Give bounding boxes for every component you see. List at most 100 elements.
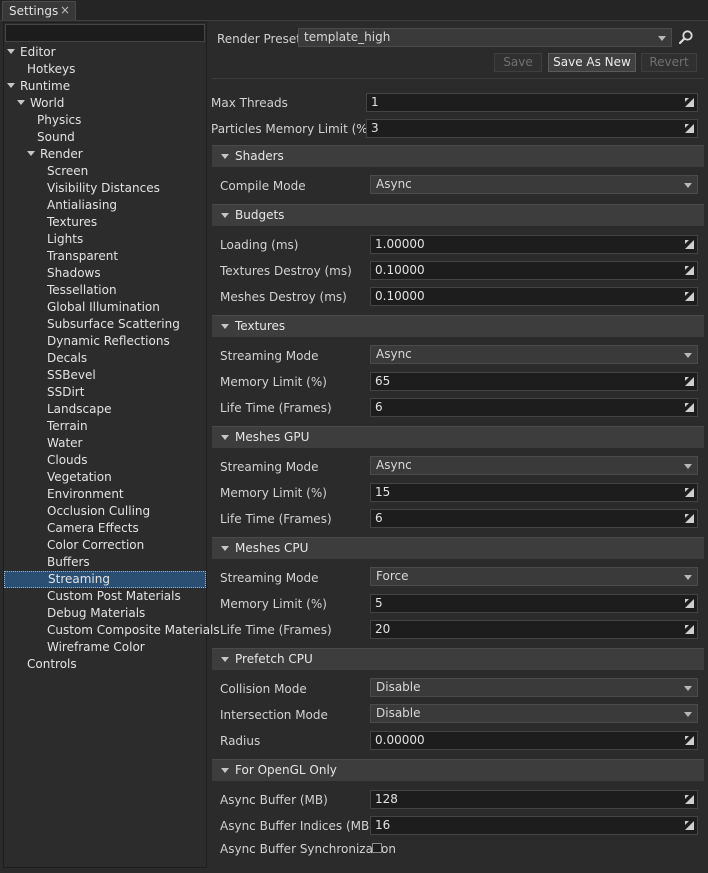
expand-icon[interactable] bbox=[685, 599, 694, 608]
tree-item-custom-composite-materials[interactable]: Custom Composite Materials bbox=[4, 622, 220, 639]
expand-arrow-icon[interactable] bbox=[7, 49, 15, 54]
tree-item-render[interactable]: Render bbox=[4, 146, 206, 163]
section-opengl[interactable]: For OpenGL Only bbox=[212, 759, 704, 781]
close-icon[interactable]: × bbox=[60, 3, 70, 17]
tree-item-buffers[interactable]: Buffers bbox=[4, 554, 206, 571]
collapse-arrow-icon bbox=[221, 213, 229, 218]
tree-item-sound[interactable]: Sound bbox=[4, 129, 206, 146]
tree-item-tessellation[interactable]: Tessellation bbox=[4, 282, 206, 299]
meshes-cpu-memory-limit-value: 5 bbox=[375, 596, 383, 610]
tree-item-wireframe-color[interactable]: Wireframe Color bbox=[4, 639, 206, 656]
section-meshes-cpu[interactable]: Meshes CPU bbox=[212, 537, 704, 559]
tree-item-world[interactable]: World bbox=[4, 95, 206, 112]
expand-icon[interactable] bbox=[685, 98, 694, 107]
tree-filter-input[interactable] bbox=[5, 24, 205, 42]
tree-item-runtime[interactable]: Runtime bbox=[4, 78, 206, 95]
tree-item-ssdirt[interactable]: SSDirt bbox=[4, 384, 206, 401]
tree-item-label: Tessellation bbox=[47, 283, 117, 297]
textures-destroy-field[interactable]: 0.10000 bbox=[370, 261, 698, 280]
collision-mode-label: Collision Mode bbox=[220, 682, 307, 696]
expand-icon[interactable] bbox=[685, 240, 694, 249]
expand-arrow-icon[interactable] bbox=[27, 151, 35, 156]
radius-field[interactable]: 0.00000 bbox=[370, 731, 698, 750]
render-preset-combo[interactable]: template_high bbox=[298, 28, 672, 47]
tree-item-terrain[interactable]: Terrain bbox=[4, 418, 206, 435]
tree-item-camera-effects[interactable]: Camera Effects bbox=[4, 520, 206, 537]
async-buffer-indices-field[interactable]: 16 bbox=[370, 816, 698, 835]
expand-icon[interactable] bbox=[685, 377, 694, 386]
tree-item-debug-materials[interactable]: Debug Materials bbox=[4, 605, 206, 622]
textures-streaming-mode-combo[interactable]: Async bbox=[370, 345, 698, 364]
tree-item-shadows[interactable]: Shadows bbox=[4, 265, 206, 282]
compile-mode-label: Compile Mode bbox=[220, 179, 306, 193]
tree-item-custom-post-materials[interactable]: Custom Post Materials bbox=[4, 588, 206, 605]
textures-memory-limit-field[interactable]: 65 bbox=[370, 372, 698, 391]
tree-item-decals[interactable]: Decals bbox=[4, 350, 206, 367]
tree-item-global-illumination[interactable]: Global Illumination bbox=[4, 299, 206, 316]
section-prefetch-cpu[interactable]: Prefetch CPU bbox=[212, 648, 704, 670]
particles-memory-field[interactable]: 3 bbox=[366, 119, 698, 138]
tree-item-water[interactable]: Water bbox=[4, 435, 206, 452]
tab-settings[interactable]: Settings × bbox=[2, 1, 76, 20]
tree-item-occlusion-culling[interactable]: Occlusion Culling bbox=[4, 503, 206, 520]
tree-item-textures[interactable]: Textures bbox=[4, 214, 206, 231]
tree-item-environment[interactable]: Environment bbox=[4, 486, 206, 503]
async-buffer-field[interactable]: 128 bbox=[370, 790, 698, 809]
tree-item-controls[interactable]: Controls bbox=[4, 656, 206, 673]
tree-item-dynamic-reflections[interactable]: Dynamic Reflections bbox=[4, 333, 206, 350]
intersection-mode-combo[interactable]: Disable bbox=[370, 704, 698, 723]
tree-item-ssbevel[interactable]: SSBevel bbox=[4, 367, 206, 384]
compile-mode-combo[interactable]: Async bbox=[370, 175, 698, 194]
async-buffer-sync-checkbox[interactable] bbox=[372, 843, 382, 853]
section-meshes-gpu[interactable]: Meshes GPU bbox=[212, 426, 704, 448]
tree-item-editor[interactable]: Editor bbox=[4, 44, 206, 61]
tree-item-label: Debug Materials bbox=[47, 606, 146, 620]
expand-icon[interactable] bbox=[685, 266, 694, 275]
expand-icon[interactable] bbox=[685, 625, 694, 634]
tree-item-clouds[interactable]: Clouds bbox=[4, 452, 206, 469]
tree-item-hotkeys[interactable]: Hotkeys bbox=[4, 61, 206, 78]
meshes-gpu-memory-limit-field[interactable]: 15 bbox=[370, 483, 698, 502]
save-button[interactable]: Save bbox=[494, 53, 542, 72]
tree-item-lights[interactable]: Lights bbox=[4, 231, 206, 248]
meshes-destroy-value: 0.10000 bbox=[375, 289, 425, 303]
expand-arrow-icon[interactable] bbox=[17, 100, 25, 105]
tree-item-landscape[interactable]: Landscape bbox=[4, 401, 206, 418]
section-shaders[interactable]: Shaders bbox=[212, 145, 704, 167]
tree-item-antialiasing[interactable]: Antialiasing bbox=[4, 197, 206, 214]
meshes-gpu-life-time-field[interactable]: 6 bbox=[370, 509, 698, 528]
tree-item-vegetation[interactable]: Vegetation bbox=[4, 469, 206, 486]
meshes-cpu-streaming-mode-combo[interactable]: Force bbox=[370, 567, 698, 586]
expand-icon[interactable] bbox=[685, 488, 694, 497]
collision-mode-combo[interactable]: Disable bbox=[370, 678, 698, 697]
tree-item-subsurface-scattering[interactable]: Subsurface Scattering bbox=[4, 316, 206, 333]
revert-button[interactable]: Revert bbox=[641, 53, 697, 72]
meshes-destroy-field[interactable]: 0.10000 bbox=[370, 287, 698, 306]
search-icon[interactable] bbox=[678, 29, 694, 45]
expand-icon[interactable] bbox=[685, 292, 694, 301]
expand-icon[interactable] bbox=[685, 821, 694, 830]
expand-icon[interactable] bbox=[685, 403, 694, 412]
textures-life-time-field[interactable]: 6 bbox=[370, 398, 698, 417]
intersection-mode-value: Disable bbox=[376, 706, 421, 720]
tree-item-color-correction[interactable]: Color Correction bbox=[4, 537, 206, 554]
tree-item-streaming[interactable]: Streaming bbox=[4, 571, 206, 588]
meshes-cpu-life-time-field[interactable]: 20 bbox=[370, 620, 698, 639]
tree-item-physics[interactable]: Physics bbox=[4, 112, 206, 129]
expand-arrow-icon[interactable] bbox=[7, 83, 15, 88]
expand-icon[interactable] bbox=[685, 736, 694, 745]
expand-icon[interactable] bbox=[685, 514, 694, 523]
tree-item-screen[interactable]: Screen bbox=[4, 163, 206, 180]
save-as-new-button[interactable]: Save As New bbox=[548, 53, 636, 72]
loading-field[interactable]: 1.00000 bbox=[370, 235, 698, 254]
tree-item-transparent[interactable]: Transparent bbox=[4, 248, 206, 265]
meshes-cpu-memory-limit-field[interactable]: 5 bbox=[370, 594, 698, 613]
section-title: Textures bbox=[235, 319, 286, 333]
max-threads-field[interactable]: 1 bbox=[366, 93, 698, 112]
expand-icon[interactable] bbox=[685, 124, 694, 133]
meshes-gpu-streaming-mode-combo[interactable]: Async bbox=[370, 456, 698, 475]
tree-item-visibility-distances[interactable]: Visibility Distances bbox=[4, 180, 206, 197]
section-textures[interactable]: Textures bbox=[212, 315, 704, 337]
section-budgets[interactable]: Budgets bbox=[212, 204, 704, 226]
expand-icon[interactable] bbox=[685, 795, 694, 804]
